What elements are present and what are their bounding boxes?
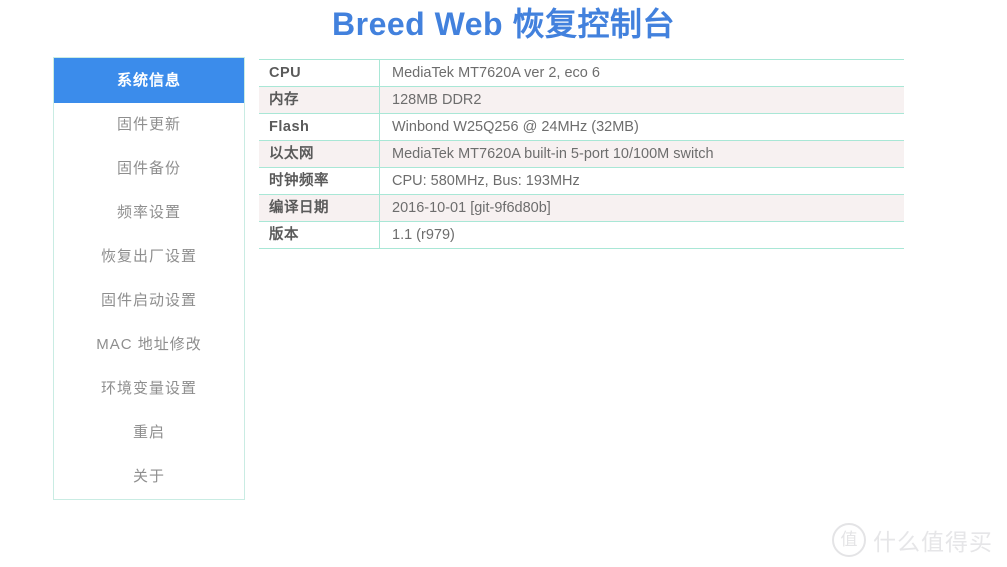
table-cell-key: Flash (259, 113, 380, 141)
sidebar-item-label: 环境变量设置 (100, 380, 197, 397)
sidebar-item-label: 固件启动设置 (100, 292, 197, 309)
sidebar-item-frequency-settings[interactable]: 频率设置 (54, 191, 244, 235)
sidebar-item-label: 恢复出厂设置 (100, 248, 197, 265)
table-row: 时钟频率 CPU: 580MHz, Bus: 193MHz (259, 167, 904, 195)
sidebar-item-label: 关于 (132, 468, 165, 485)
table-cell-key: 内存 (259, 86, 380, 114)
table-cell-key: 时钟频率 (259, 167, 380, 195)
sidebar-nav: 系统信息 固件更新 固件备份 频率设置 恢复出厂设置 固件启动设置 MAC 地址… (53, 57, 245, 500)
sidebar-item-label: 固件备份 (116, 160, 181, 177)
sidebar-item-label: MAC 地址修改 (96, 336, 202, 353)
sidebar-item-firmware-backup[interactable]: 固件备份 (54, 147, 244, 191)
table-cell-value: MediaTek MT7620A ver 2, eco 6 (379, 59, 904, 87)
sidebar-item-factory-reset[interactable]: 恢复出厂设置 (54, 235, 244, 279)
table-cell-value: MediaTek MT7620A built-in 5-port 10/100M… (379, 140, 904, 168)
site-watermark: 值 什么值得买 (832, 523, 993, 557)
table-cell-key: 编译日期 (259, 194, 380, 222)
table-cell-value: CPU: 580MHz, Bus: 193MHz (379, 167, 904, 195)
sidebar-item-env-variables[interactable]: 环境变量设置 (54, 367, 244, 411)
table-cell-key: 以太网 (259, 140, 380, 168)
sidebar-item-system-info[interactable]: 系统信息 (54, 58, 244, 103)
table-row: 编译日期 2016-10-01 [git-9f6d80b] (259, 194, 904, 222)
table-cell-key: CPU (259, 59, 380, 87)
sidebar-item-label: 重启 (132, 424, 165, 441)
table-row: 以太网 MediaTek MT7620A built-in 5-port 10/… (259, 140, 904, 168)
table-row: Flash Winbond W25Q256 @ 24MHz (32MB) (259, 113, 904, 141)
sidebar-item-boot-settings[interactable]: 固件启动设置 (54, 279, 244, 323)
watermark-text: 什么值得买 (873, 530, 993, 556)
table-row: 内存 128MB DDR2 (259, 86, 904, 114)
sidebar-item-label: 频率设置 (116, 204, 181, 221)
sidebar-item-label: 固件更新 (116, 116, 181, 133)
table-cell-value: 2016-10-01 [git-9f6d80b] (379, 194, 904, 222)
sidebar-item-mac-address-edit[interactable]: MAC 地址修改 (54, 323, 244, 367)
table-cell-key: 版本 (259, 221, 380, 249)
sidebar-item-firmware-update[interactable]: 固件更新 (54, 103, 244, 147)
sidebar-item-reboot[interactable]: 重启 (54, 411, 244, 455)
system-info-table: CPU MediaTek MT7620A ver 2, eco 6 内存 128… (259, 59, 904, 249)
table-cell-value: 1.1 (r979) (379, 221, 904, 249)
table-row: 版本 1.1 (r979) (259, 221, 904, 249)
page-title: Breed Web 恢复控制台 (332, 6, 675, 42)
table-cell-value: 128MB DDR2 (379, 86, 904, 114)
table-cell-value: Winbond W25Q256 @ 24MHz (32MB) (379, 113, 904, 141)
sidebar-item-label: 系统信息 (116, 72, 181, 89)
sidebar-item-about[interactable]: 关于 (54, 455, 244, 499)
watermark-badge-icon: 值 (832, 523, 866, 557)
table-row: CPU MediaTek MT7620A ver 2, eco 6 (259, 59, 904, 87)
